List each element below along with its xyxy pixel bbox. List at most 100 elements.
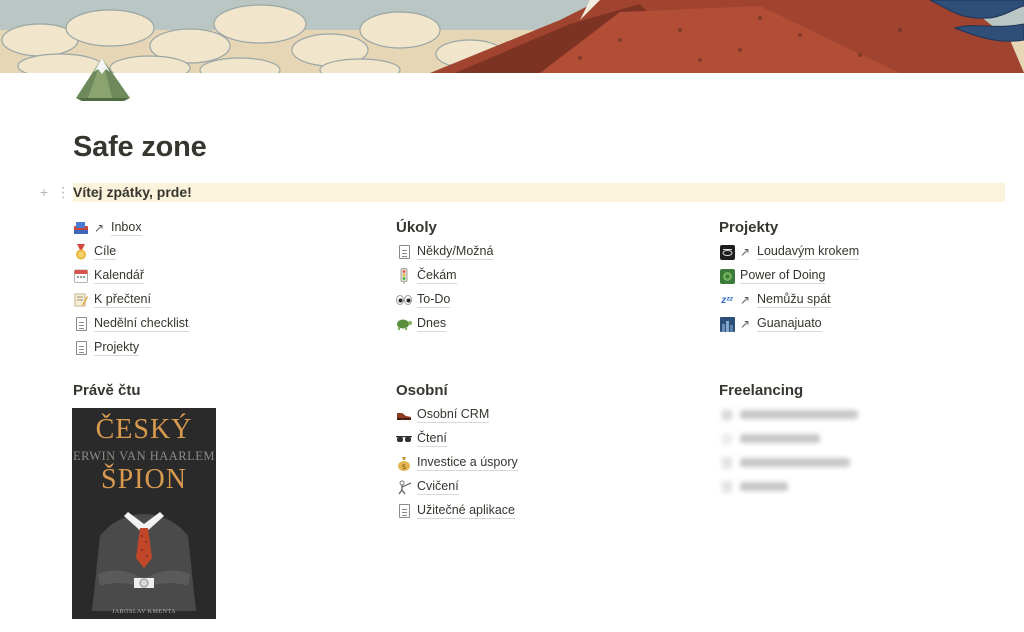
freelancing-section: Freelancing xyxy=(719,381,858,499)
link-projekty[interactable]: Projekty xyxy=(73,336,189,360)
freelancing-item-redacted[interactable] xyxy=(719,427,858,451)
osobni-heading: Osobní xyxy=(396,382,448,399)
link-label: Někdy/Možná xyxy=(417,244,494,260)
link-label: Guanajuato xyxy=(757,316,822,332)
link-power-of-doing[interactable]: Power of Doing xyxy=(719,264,859,288)
ukoly-section: Úkoly Někdy/Možná Čekám To-Do Dnes xyxy=(396,218,494,336)
calendar-icon xyxy=(73,268,89,284)
link-label: Čtení xyxy=(417,431,447,447)
link-label: Nemůžu spát xyxy=(757,292,831,308)
link-label: Investice a úspory xyxy=(417,455,518,471)
link-nekdy-mozna[interactable]: Někdy/Možná xyxy=(396,240,494,264)
add-block-icon[interactable]: + xyxy=(40,183,48,202)
link-cekam[interactable]: Čekám xyxy=(396,264,493,288)
link-nemuzu-spat[interactable]: zᶻᶻ ↗ Nemůžu spát xyxy=(719,288,859,312)
link-label: Osobní CRM xyxy=(417,407,490,423)
ukoly-heading: Úkoly xyxy=(396,219,437,236)
redacted-text xyxy=(740,434,820,443)
freelancing-item-redacted[interactable] xyxy=(719,403,858,427)
block-controls: + ⋮⋮ xyxy=(40,183,84,202)
book-title-line1: ČESKÝ xyxy=(95,414,193,445)
zzz-icon: zᶻᶻ xyxy=(721,294,733,306)
page-title: Safe zone xyxy=(73,131,207,163)
link-label: Projekty xyxy=(94,340,140,356)
money-bag-icon: $ xyxy=(396,455,412,471)
medal-icon xyxy=(73,244,89,260)
link-label: K přečtení xyxy=(94,292,151,308)
shoe-icon xyxy=(396,407,412,423)
freelancing-heading: Freelancing xyxy=(719,382,804,399)
welcome-callout: Vítej zpátky, prde! xyxy=(73,183,1005,202)
redacted-icon xyxy=(719,479,735,495)
redacted-icon xyxy=(719,407,735,423)
link-label: Cvičení xyxy=(417,479,459,495)
link-investice[interactable]: $ Investice a úspory xyxy=(396,451,518,475)
link-inbox[interactable]: ↗ Inbox xyxy=(73,216,189,240)
link-label: Inbox xyxy=(111,220,142,236)
book-author-line: ERWIN VAN HAARLEM xyxy=(72,449,216,463)
prave-ctu-heading: Právě čtu xyxy=(73,382,141,399)
link-k-precteni[interactable]: K přečtení xyxy=(73,288,189,312)
redacted-text xyxy=(740,458,850,467)
redacted-text xyxy=(740,482,788,491)
person-fencing-icon xyxy=(396,479,412,495)
left-links-list: ↗ Inbox Cíle Kalendář K přečtení Nedělní… xyxy=(73,216,189,360)
freelancing-item-redacted[interactable] xyxy=(719,475,858,499)
book-illustration xyxy=(72,496,216,611)
inbox-tray-icon xyxy=(73,220,89,236)
sunglasses-icon xyxy=(396,431,412,447)
loudavym-krokem-logo-icon xyxy=(719,244,735,260)
link-label: Užitečné aplikace xyxy=(417,503,515,519)
link-to-do[interactable]: To-Do xyxy=(396,288,493,312)
link-cile[interactable]: Cíle xyxy=(73,240,189,264)
link-nedelni-checklist[interactable]: Nedělní checklist xyxy=(73,312,189,336)
eyes-icon xyxy=(396,292,412,308)
projekty-section: Projekty ↗ Loudavým krokem Power of Doin… xyxy=(719,218,860,336)
prave-ctu-section: Právě čtu xyxy=(73,381,141,401)
page-icon xyxy=(396,503,412,519)
projekty-heading: Projekty xyxy=(719,219,779,236)
link-label: Dnes xyxy=(417,316,447,332)
freelancing-list-blurred xyxy=(719,403,858,499)
link-label: Nedělní checklist xyxy=(94,316,189,332)
link-loudavym-krokem[interactable]: ↗ Loudavým krokem xyxy=(719,240,860,264)
book-bottom-author: JAROSLAV KMENTA xyxy=(112,609,176,615)
ukoly-list: Někdy/Možná Čekám To-Do Dnes xyxy=(396,240,494,336)
link-arrow-icon: ↗ xyxy=(94,221,105,235)
page-icon xyxy=(73,316,89,332)
link-cviceni[interactable]: Cvičení xyxy=(396,475,518,499)
freelancing-item-redacted[interactable] xyxy=(719,451,858,475)
callout-row: + ⋮⋮ Vítej zpátky, prde! xyxy=(40,183,1005,202)
link-osobni-crm[interactable]: Osobní CRM xyxy=(396,403,518,427)
link-arrow-icon: ↗ xyxy=(740,293,751,307)
link-dnes[interactable]: Dnes xyxy=(396,312,493,336)
link-kalendar[interactable]: Kalendář xyxy=(73,264,189,288)
osobni-list: Osobní CRM Čtení $ Investice a úspory Cv… xyxy=(396,403,518,523)
link-label: To-Do xyxy=(417,292,451,308)
book-title-line2: ŠPION xyxy=(101,464,187,495)
link-label: Čekám xyxy=(417,268,457,284)
page-icon xyxy=(73,340,89,356)
redacted-icon xyxy=(719,431,735,447)
page-icon-mountain[interactable] xyxy=(72,52,134,102)
svg-text:$: $ xyxy=(402,463,406,471)
osobni-section: Osobní Osobní CRM Čtení $ Investice a ús… xyxy=(396,381,518,523)
power-of-doing-logo-icon xyxy=(719,268,735,284)
redacted-icon xyxy=(719,455,735,471)
cover-image xyxy=(0,0,1024,73)
cover-painting xyxy=(0,0,1024,73)
page-icon xyxy=(396,244,412,260)
city-photo-icon xyxy=(719,316,735,332)
link-arrow-icon: ↗ xyxy=(740,245,751,259)
link-cteni[interactable]: Čtení xyxy=(396,427,518,451)
book-cover[interactable]: ČESKÝ ERWIN VAN HAARLEM ŠPION JAROSLAV K… xyxy=(72,408,216,619)
link-label: Power of Doing xyxy=(740,268,826,284)
link-label: Kalendář xyxy=(94,268,145,284)
link-guanajuato[interactable]: ↗ Guanajuato xyxy=(719,312,859,336)
link-uzitecne-aplikace[interactable]: Užitečné aplikace xyxy=(396,499,518,523)
link-label: Loudavým krokem xyxy=(757,244,860,260)
vertical-traffic-light-icon xyxy=(396,268,412,284)
projekty-list: ↗ Loudavým krokem Power of Doing zᶻᶻ ↗ N… xyxy=(719,240,860,336)
redacted-text xyxy=(740,410,858,419)
memo-icon xyxy=(73,292,89,308)
